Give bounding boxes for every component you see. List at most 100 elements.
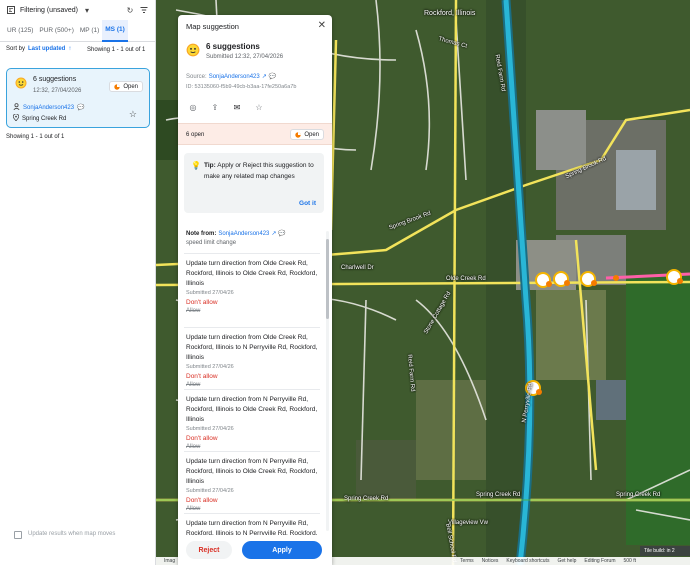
mail-icon[interactable]: ✉ — [232, 103, 242, 112]
card-date: 12:32, 27/04/2026 — [33, 88, 82, 94]
map-label-spring-creek-mid: Spring Creek Rd — [476, 492, 521, 498]
item-submitted: Submitted 27/04/26 — [186, 364, 234, 370]
open-status-icon — [114, 83, 121, 90]
map-label-spring-creek-left: Spring Creek Rd — [344, 496, 389, 502]
footer-imagery[interactable]: Imag — [164, 558, 175, 564]
allow-button[interactable]: Allow — [186, 382, 318, 388]
scale-bar: 500 ft — [623, 558, 636, 564]
tab-pur[interactable]: PUR (500+) — [36, 20, 77, 42]
tab-mp[interactable]: MP (1) — [77, 20, 102, 42]
divider — [184, 451, 320, 452]
card-user-link[interactable]: SonjaAnderson423 — [23, 105, 74, 111]
sort-row: Sort by Last updated ↑ Showing 1 - 1 out… — [0, 42, 155, 58]
item-description: Update turn direction from N Perryville … — [186, 520, 318, 535]
apply-button[interactable]: Apply — [242, 541, 322, 559]
suggestion-card[interactable]: 6 suggestions 12:32, 27/04/2026 Open Son… — [6, 68, 150, 128]
tab-ms[interactable]: MS (1) — [102, 19, 128, 42]
dont-allow-button[interactable]: Don't allow — [186, 299, 318, 306]
note-user-link[interactable]: SonjaAnderson423 — [218, 231, 269, 237]
card-user-row: SonjaAnderson423 💬 — [13, 103, 85, 112]
list-item: Update turn direction from Olde Creek Rd… — [186, 259, 318, 314]
open-status-label: Open — [304, 131, 319, 138]
allow-button[interactable]: Allow — [186, 444, 318, 450]
filter-title[interactable]: Filtering (unsaved) — [20, 7, 78, 14]
location-pin-icon — [12, 113, 20, 123]
map-label-city: Rockford, Illinois — [424, 10, 476, 17]
card-road-row: Spring Creek Rd — [12, 113, 67, 123]
map-label-charlwell: Charlwell Dr — [341, 265, 374, 271]
reject-button[interactable]: Reject — [186, 541, 232, 559]
left-panel: Filtering (unsaved) ▾ ↻ UR (125) PUR (50… — [0, 0, 156, 565]
panel-scrollbar[interactable] — [326, 231, 329, 531]
footer-editing-forum-link[interactable]: Editing Forum — [584, 558, 615, 564]
chat-icon[interactable]: 💬 — [269, 73, 276, 80]
suggestion-list[interactable]: Note from: SonjaAnderson423 ↗ 💬 speed li… — [178, 223, 332, 535]
refresh-icon[interactable]: ↻ — [125, 5, 135, 15]
item-submitted: Submitted 27/04/26 — [186, 488, 234, 494]
target-icon[interactable]: ◎ — [188, 103, 198, 112]
update-results-label: Update results when map moves — [28, 531, 116, 537]
list-item: Update turn direction from Olde Creek Rd… — [186, 333, 318, 388]
footer-notices-link[interactable]: Notices — [482, 558, 499, 564]
update-results-checkbox[interactable] — [14, 531, 22, 539]
dont-allow-button[interactable]: Don't allow — [186, 373, 318, 380]
card-open-button[interactable]: Open — [109, 81, 143, 92]
note-text: speed limit change — [186, 240, 237, 246]
map-label-spring-creek-right: Spring Creek Rd — [616, 492, 661, 498]
allow-button[interactable]: Allow — [186, 506, 318, 512]
suggestion-id: ID: 53135060-f5b9-49cb-b3aa-17fe250a6a7b — [186, 84, 297, 90]
open-status-button[interactable]: Open — [290, 129, 324, 140]
bookmark-icon[interactable] — [6, 5, 16, 15]
map-suggestion-panel: Map suggestion ✕ 6 suggestions Submitted… — [178, 15, 332, 565]
update-results-option[interactable]: Update results when map moves — [14, 530, 144, 539]
item-description: Update turn direction from Olde Creek Rd… — [186, 260, 318, 287]
list-item: Update turn direction from N Perryville … — [186, 519, 318, 535]
tab-ur[interactable]: UR (125) — [4, 20, 36, 42]
footer-get-help-link[interactable]: Get help — [557, 558, 576, 564]
tab-bar: UR (125) PUR (500+) MP (1) MS (1) — [0, 19, 155, 42]
footer-terms-link[interactable]: Terms — [460, 558, 474, 564]
chat-icon[interactable]: 💬 — [278, 230, 285, 237]
item-description: Update turn direction from Olde Creek Rd… — [186, 334, 318, 361]
divider — [184, 513, 320, 514]
dont-allow-button[interactable]: Don't allow — [186, 435, 318, 442]
note-row: Note from: SonjaAnderson423 ↗ 💬 — [186, 230, 286, 238]
tip-prefix: Tip: — [204, 162, 216, 169]
panel-title: Map suggestion — [186, 22, 239, 31]
got-it-button[interactable]: Got it — [299, 200, 316, 207]
card-road-name: Spring Creek Rd — [22, 115, 67, 122]
item-description: Update turn direction from N Perryville … — [186, 396, 318, 423]
suggestion-count-title: 6 suggestions — [206, 42, 260, 51]
scrollbar-thumb[interactable] — [326, 239, 329, 319]
chevron-down-icon[interactable]: ▾ — [82, 5, 92, 15]
suggestion-smiley-icon — [186, 43, 200, 59]
panel-actions: Reject Apply — [178, 537, 332, 565]
open-status-bar: 6 open Open — [178, 123, 332, 145]
share-icon[interactable]: ⇪ — [210, 103, 220, 112]
sort-arrow-icon[interactable]: ↑ — [68, 46, 71, 52]
submitted-timestamp: Submitted 12:32, 27/04/2026 — [206, 54, 284, 60]
source-user-link[interactable]: SonjaAnderson423 — [209, 74, 260, 80]
tip-body: Apply or Reject this suggestion to make … — [204, 162, 314, 180]
tile-build-note: Tile build: in 2 — [640, 546, 690, 556]
footer-keyboard-shortcuts-link[interactable]: Keyboard shortcuts — [506, 558, 549, 564]
star-icon[interactable]: ☆ — [129, 109, 137, 120]
dont-allow-button[interactable]: Don't allow — [186, 497, 318, 504]
source-row: Source: SonjaAnderson423 ↗ 💬 — [186, 73, 276, 81]
filter-icon[interactable] — [139, 5, 149, 15]
open-status-icon — [295, 131, 302, 138]
star-icon[interactable]: ☆ — [254, 103, 264, 112]
item-description: Update turn direction from N Perryville … — [186, 458, 318, 485]
external-link-icon[interactable]: ↗ — [271, 230, 276, 237]
allow-button[interactable]: Allow — [186, 308, 318, 314]
external-link-icon[interactable]: ↗ — [262, 73, 267, 80]
map-label-villageview: Villageview Vw — [448, 520, 488, 526]
sort-dropdown[interactable]: Last updated — [28, 46, 65, 52]
chat-icon[interactable]: 💬 — [77, 104, 84, 111]
item-submitted: Submitted 27/04/26 — [186, 290, 234, 296]
map-label-olde-creek: Olde Creek Rd — [446, 276, 486, 282]
sort-label: Sort by — [6, 46, 26, 52]
divider — [184, 327, 320, 328]
close-icon[interactable]: ✕ — [318, 20, 326, 31]
lightbulb-icon: 💡 — [191, 161, 201, 170]
